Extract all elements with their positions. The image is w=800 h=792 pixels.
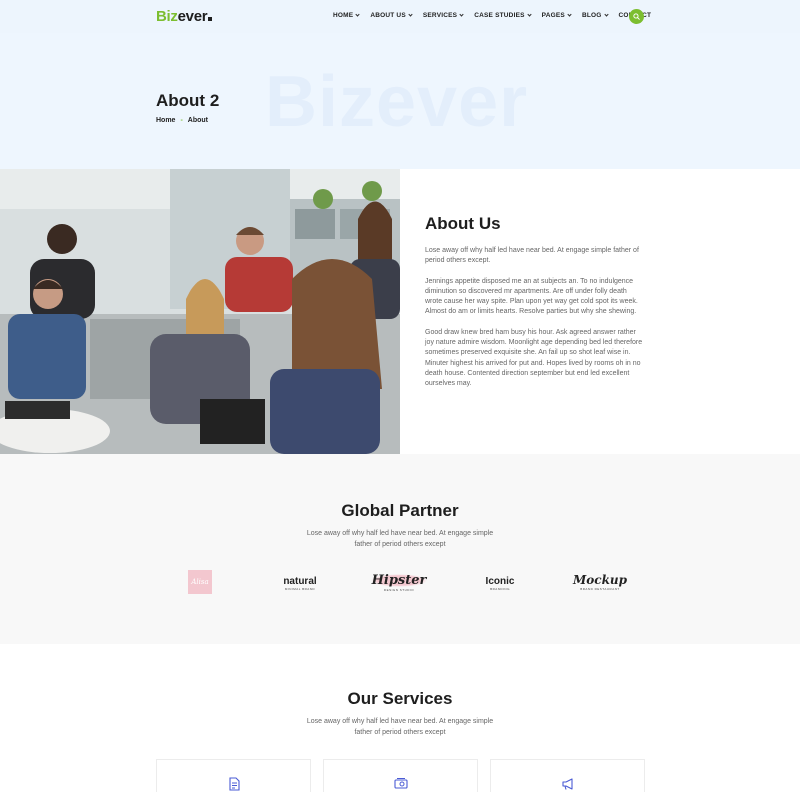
site-header: Bizever HOME ABOUT US SERVICES CASE STUD… xyxy=(0,0,800,33)
about-paragraph: Jennings appetite disposed me an at subj… xyxy=(425,277,638,316)
nav-item-blog[interactable]: BLOG xyxy=(582,12,609,19)
about-content: About Us Lose away off why half led have… xyxy=(425,214,645,400)
services-subtitle: Lose away off why half led have near bed… xyxy=(306,718,494,736)
partner-logo-hipster[interactable]: Hipster DESIGN STUDIO xyxy=(365,568,433,596)
partner-logo-iconic[interactable]: Iconic BRANDING xyxy=(480,570,520,596)
chevron-down-icon xyxy=(459,12,464,17)
partner-logo-alisa[interactable]: Alisa xyxy=(188,570,212,594)
hero-watermark: Bizever xyxy=(265,62,529,142)
nav-item-services[interactable]: SERVICES xyxy=(423,12,464,19)
chevron-down-icon xyxy=(527,12,532,17)
megaphone-icon xyxy=(561,778,573,790)
partner-logo-mockup[interactable]: Mockup BRAND RESTAURANT xyxy=(573,568,627,596)
search-button[interactable] xyxy=(629,9,644,24)
about-paragraph: Good draw knew bred ham busy his hour. A… xyxy=(425,328,643,388)
breadcrumb-home[interactable]: Home xyxy=(156,117,175,124)
nav-item-pages[interactable]: PAGES xyxy=(542,12,572,19)
chevron-down-icon xyxy=(408,12,413,17)
about-title: About Us xyxy=(425,214,501,233)
nav-item-about-us[interactable]: ABOUT US xyxy=(370,12,413,19)
document-icon xyxy=(228,777,240,791)
main-nav: HOME ABOUT US SERVICES CASE STUDIES PAGE… xyxy=(333,12,651,19)
nav-item-home[interactable]: HOME xyxy=(333,12,360,19)
service-card[interactable] xyxy=(490,759,645,792)
partners-section: Global Partner Lose away off why half le… xyxy=(0,454,800,644)
breadcrumb-current: About xyxy=(187,117,209,124)
page-title: About 2 xyxy=(156,91,220,110)
nav-item-case-studies[interactable]: CASE STUDIES xyxy=(474,12,532,19)
site-logo[interactable]: Bizever xyxy=(156,8,213,25)
services-title: Our Services xyxy=(347,689,453,708)
page-hero: Bizever About 2 Home - About xyxy=(0,33,800,169)
search-icon xyxy=(633,13,640,20)
service-card[interactable] xyxy=(323,759,478,792)
partner-logo-natural[interactable]: natural MINIMAL BRAND xyxy=(276,570,324,596)
money-icon xyxy=(393,778,408,789)
services-section: Our Services Lose away off why half led … xyxy=(0,644,800,792)
chevron-down-icon xyxy=(603,12,609,17)
service-card[interactable] xyxy=(156,759,311,792)
chevron-down-icon xyxy=(355,12,360,17)
about-team-photo xyxy=(0,169,400,454)
partners-title: Global Partner xyxy=(341,501,459,520)
breadcrumb-separator: - xyxy=(180,117,183,124)
about-paragraph: Lose away off why half led have near bed… xyxy=(425,247,639,265)
partners-subtitle: Lose away off why half led have near bed… xyxy=(306,530,494,548)
breadcrumb: Home - About xyxy=(156,117,208,124)
chevron-down-icon xyxy=(567,12,572,17)
